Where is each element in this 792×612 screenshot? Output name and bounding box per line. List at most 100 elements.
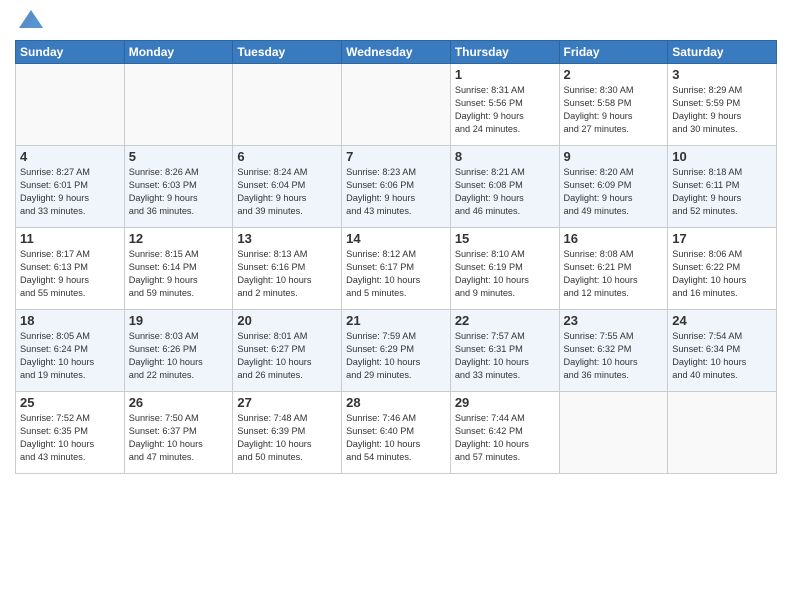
calendar-week-row: 4 Sunrise: 8:27 AM Sunset: 6:01 PM Daylig… [16, 146, 777, 228]
calendar-day-cell: 12 Sunrise: 8:15 AM Sunset: 6:14 PM Dayli… [124, 228, 233, 310]
logo-icon [17, 6, 45, 34]
day-info: Sunrise: 8:08 AM Sunset: 6:21 PM Dayligh… [564, 248, 664, 300]
day-number: 15 [455, 231, 555, 246]
calendar-day-cell: 11 Sunrise: 8:17 AM Sunset: 6:13 PM Dayli… [16, 228, 125, 310]
day-number: 26 [129, 395, 229, 410]
calendar-day-cell: 21Sunrise: 7:59 AM Sunset: 6:29 PM Dayli… [342, 310, 451, 392]
day-number: 28 [346, 395, 446, 410]
day-number: 1 [455, 67, 555, 82]
day-number: 22 [455, 313, 555, 328]
header [15, 10, 777, 34]
day-info: Sunrise: 8:23 AM Sunset: 6:06 PM Dayligh… [346, 166, 446, 218]
day-number: 8 [455, 149, 555, 164]
day-info: Sunrise: 8:30 AM Sunset: 5:58 PM Dayligh… [564, 84, 664, 136]
day-number: 5 [129, 149, 229, 164]
day-number: 29 [455, 395, 555, 410]
day-number: 18 [20, 313, 120, 328]
day-info: Sunrise: 8:29 AM Sunset: 5:59 PM Dayligh… [672, 84, 772, 136]
calendar-day-cell: 9 Sunrise: 8:20 AM Sunset: 6:09 PM Daylig… [559, 146, 668, 228]
day-info: Sunrise: 7:57 AM Sunset: 6:31 PM Dayligh… [455, 330, 555, 382]
calendar-day-cell: 20 Sunrise: 8:01 AM Sunset: 6:27 PM Dayli… [233, 310, 342, 392]
calendar-day-cell [233, 64, 342, 146]
day-number: 11 [20, 231, 120, 246]
calendar-day-cell: 24 Sunrise: 7:54 AM Sunset: 6:34 PM Dayli… [668, 310, 777, 392]
calendar-day-cell: 15 Sunrise: 8:10 AM Sunset: 6:19 PM Dayli… [450, 228, 559, 310]
calendar-day-cell: 28 Sunrise: 7:46 AM Sunset: 6:40 PM Dayli… [342, 392, 451, 474]
day-info: Sunrise: 8:13 AM Sunset: 6:16 PM Dayligh… [237, 248, 337, 300]
day-info: Sunrise: 7:54 AM Sunset: 6:34 PM Dayligh… [672, 330, 772, 382]
day-number: 2 [564, 67, 664, 82]
calendar-header-cell: Tuesday [233, 41, 342, 64]
day-number: 20 [237, 313, 337, 328]
day-info: Sunrise: 8:26 AM Sunset: 6:03 PM Dayligh… [129, 166, 229, 218]
calendar-day-cell: 22 Sunrise: 7:57 AM Sunset: 6:31 PM Dayli… [450, 310, 559, 392]
day-number: 6 [237, 149, 337, 164]
calendar-day-cell: 13 Sunrise: 8:13 AM Sunset: 6:16 PM Dayli… [233, 228, 342, 310]
day-number: 10 [672, 149, 772, 164]
calendar-day-cell [668, 392, 777, 474]
calendar-header-cell: Sunday [16, 41, 125, 64]
day-info: Sunrise: 8:18 AM Sunset: 6:11 PM Dayligh… [672, 166, 772, 218]
calendar-day-cell: 25 Sunrise: 7:52 AM Sunset: 6:35 PM Dayli… [16, 392, 125, 474]
calendar-header-cell: Saturday [668, 41, 777, 64]
calendar-day-cell: 23Sunrise: 7:55 AM Sunset: 6:32 PM Dayli… [559, 310, 668, 392]
day-info: Sunrise: 8:31 AM Sunset: 5:56 PM Dayligh… [455, 84, 555, 136]
calendar-day-cell [16, 64, 125, 146]
day-info: Sunrise: 7:46 AM Sunset: 6:40 PM Dayligh… [346, 412, 446, 464]
day-number: 16 [564, 231, 664, 246]
day-info: Sunrise: 8:15 AM Sunset: 6:14 PM Dayligh… [129, 248, 229, 300]
calendar-day-cell: 14 Sunrise: 8:12 AM Sunset: 6:17 PM Dayli… [342, 228, 451, 310]
calendar-day-cell: 4 Sunrise: 8:27 AM Sunset: 6:01 PM Daylig… [16, 146, 125, 228]
calendar-day-cell: 7 Sunrise: 8:23 AM Sunset: 6:06 PM Daylig… [342, 146, 451, 228]
day-number: 23 [564, 313, 664, 328]
day-number: 3 [672, 67, 772, 82]
calendar-table: SundayMondayTuesdayWednesdayThursdayFrid… [15, 40, 777, 474]
calendar-week-row: 1 Sunrise: 8:31 AM Sunset: 5:56 PM Daylig… [16, 64, 777, 146]
calendar-day-cell [124, 64, 233, 146]
page-container: SundayMondayTuesdayWednesdayThursdayFrid… [0, 0, 792, 612]
calendar-header-row: SundayMondayTuesdayWednesdayThursdayFrid… [16, 41, 777, 64]
calendar-day-cell: 18 Sunrise: 8:05 AM Sunset: 6:24 PM Dayli… [16, 310, 125, 392]
calendar-day-cell: 10 Sunrise: 8:18 AM Sunset: 6:11 PM Dayli… [668, 146, 777, 228]
day-info: Sunrise: 8:10 AM Sunset: 6:19 PM Dayligh… [455, 248, 555, 300]
day-info: Sunrise: 8:24 AM Sunset: 6:04 PM Dayligh… [237, 166, 337, 218]
day-number: 17 [672, 231, 772, 246]
day-info: Sunrise: 8:17 AM Sunset: 6:13 PM Dayligh… [20, 248, 120, 300]
day-info: Sunrise: 7:48 AM Sunset: 6:39 PM Dayligh… [237, 412, 337, 464]
day-info: Sunrise: 7:52 AM Sunset: 6:35 PM Dayligh… [20, 412, 120, 464]
calendar-day-cell: 8Sunrise: 8:21 AM Sunset: 6:08 PM Daylig… [450, 146, 559, 228]
calendar-week-row: 11 Sunrise: 8:17 AM Sunset: 6:13 PM Dayli… [16, 228, 777, 310]
day-info: Sunrise: 8:05 AM Sunset: 6:24 PM Dayligh… [20, 330, 120, 382]
day-number: 14 [346, 231, 446, 246]
day-number: 24 [672, 313, 772, 328]
day-number: 19 [129, 313, 229, 328]
day-number: 25 [20, 395, 120, 410]
calendar-header-cell: Wednesday [342, 41, 451, 64]
day-info: Sunrise: 8:20 AM Sunset: 6:09 PM Dayligh… [564, 166, 664, 218]
calendar-day-cell: 5 Sunrise: 8:26 AM Sunset: 6:03 PM Daylig… [124, 146, 233, 228]
calendar-day-cell [559, 392, 668, 474]
logo [15, 10, 45, 34]
calendar-header-cell: Thursday [450, 41, 559, 64]
calendar-week-row: 18 Sunrise: 8:05 AM Sunset: 6:24 PM Dayli… [16, 310, 777, 392]
calendar-day-cell: 17Sunrise: 8:06 AM Sunset: 6:22 PM Dayli… [668, 228, 777, 310]
calendar-day-cell: 6 Sunrise: 8:24 AM Sunset: 6:04 PM Daylig… [233, 146, 342, 228]
day-info: Sunrise: 8:12 AM Sunset: 6:17 PM Dayligh… [346, 248, 446, 300]
calendar-day-cell: 3 Sunrise: 8:29 AM Sunset: 5:59 PM Daylig… [668, 64, 777, 146]
calendar-day-cell: 19Sunrise: 8:03 AM Sunset: 6:26 PM Dayli… [124, 310, 233, 392]
calendar-day-cell: 16 Sunrise: 8:08 AM Sunset: 6:21 PM Dayli… [559, 228, 668, 310]
day-info: Sunrise: 8:01 AM Sunset: 6:27 PM Dayligh… [237, 330, 337, 382]
calendar-week-row: 25 Sunrise: 7:52 AM Sunset: 6:35 PM Dayli… [16, 392, 777, 474]
day-number: 13 [237, 231, 337, 246]
calendar-day-cell: 29 Sunrise: 7:44 AM Sunset: 6:42 PM Dayli… [450, 392, 559, 474]
day-number: 21 [346, 313, 446, 328]
day-info: Sunrise: 7:50 AM Sunset: 6:37 PM Dayligh… [129, 412, 229, 464]
day-number: 4 [20, 149, 120, 164]
day-info: Sunrise: 7:44 AM Sunset: 6:42 PM Dayligh… [455, 412, 555, 464]
day-number: 9 [564, 149, 664, 164]
day-number: 7 [346, 149, 446, 164]
day-info: Sunrise: 8:27 AM Sunset: 6:01 PM Dayligh… [20, 166, 120, 218]
calendar-day-cell [342, 64, 451, 146]
calendar-header-cell: Monday [124, 41, 233, 64]
day-number: 12 [129, 231, 229, 246]
